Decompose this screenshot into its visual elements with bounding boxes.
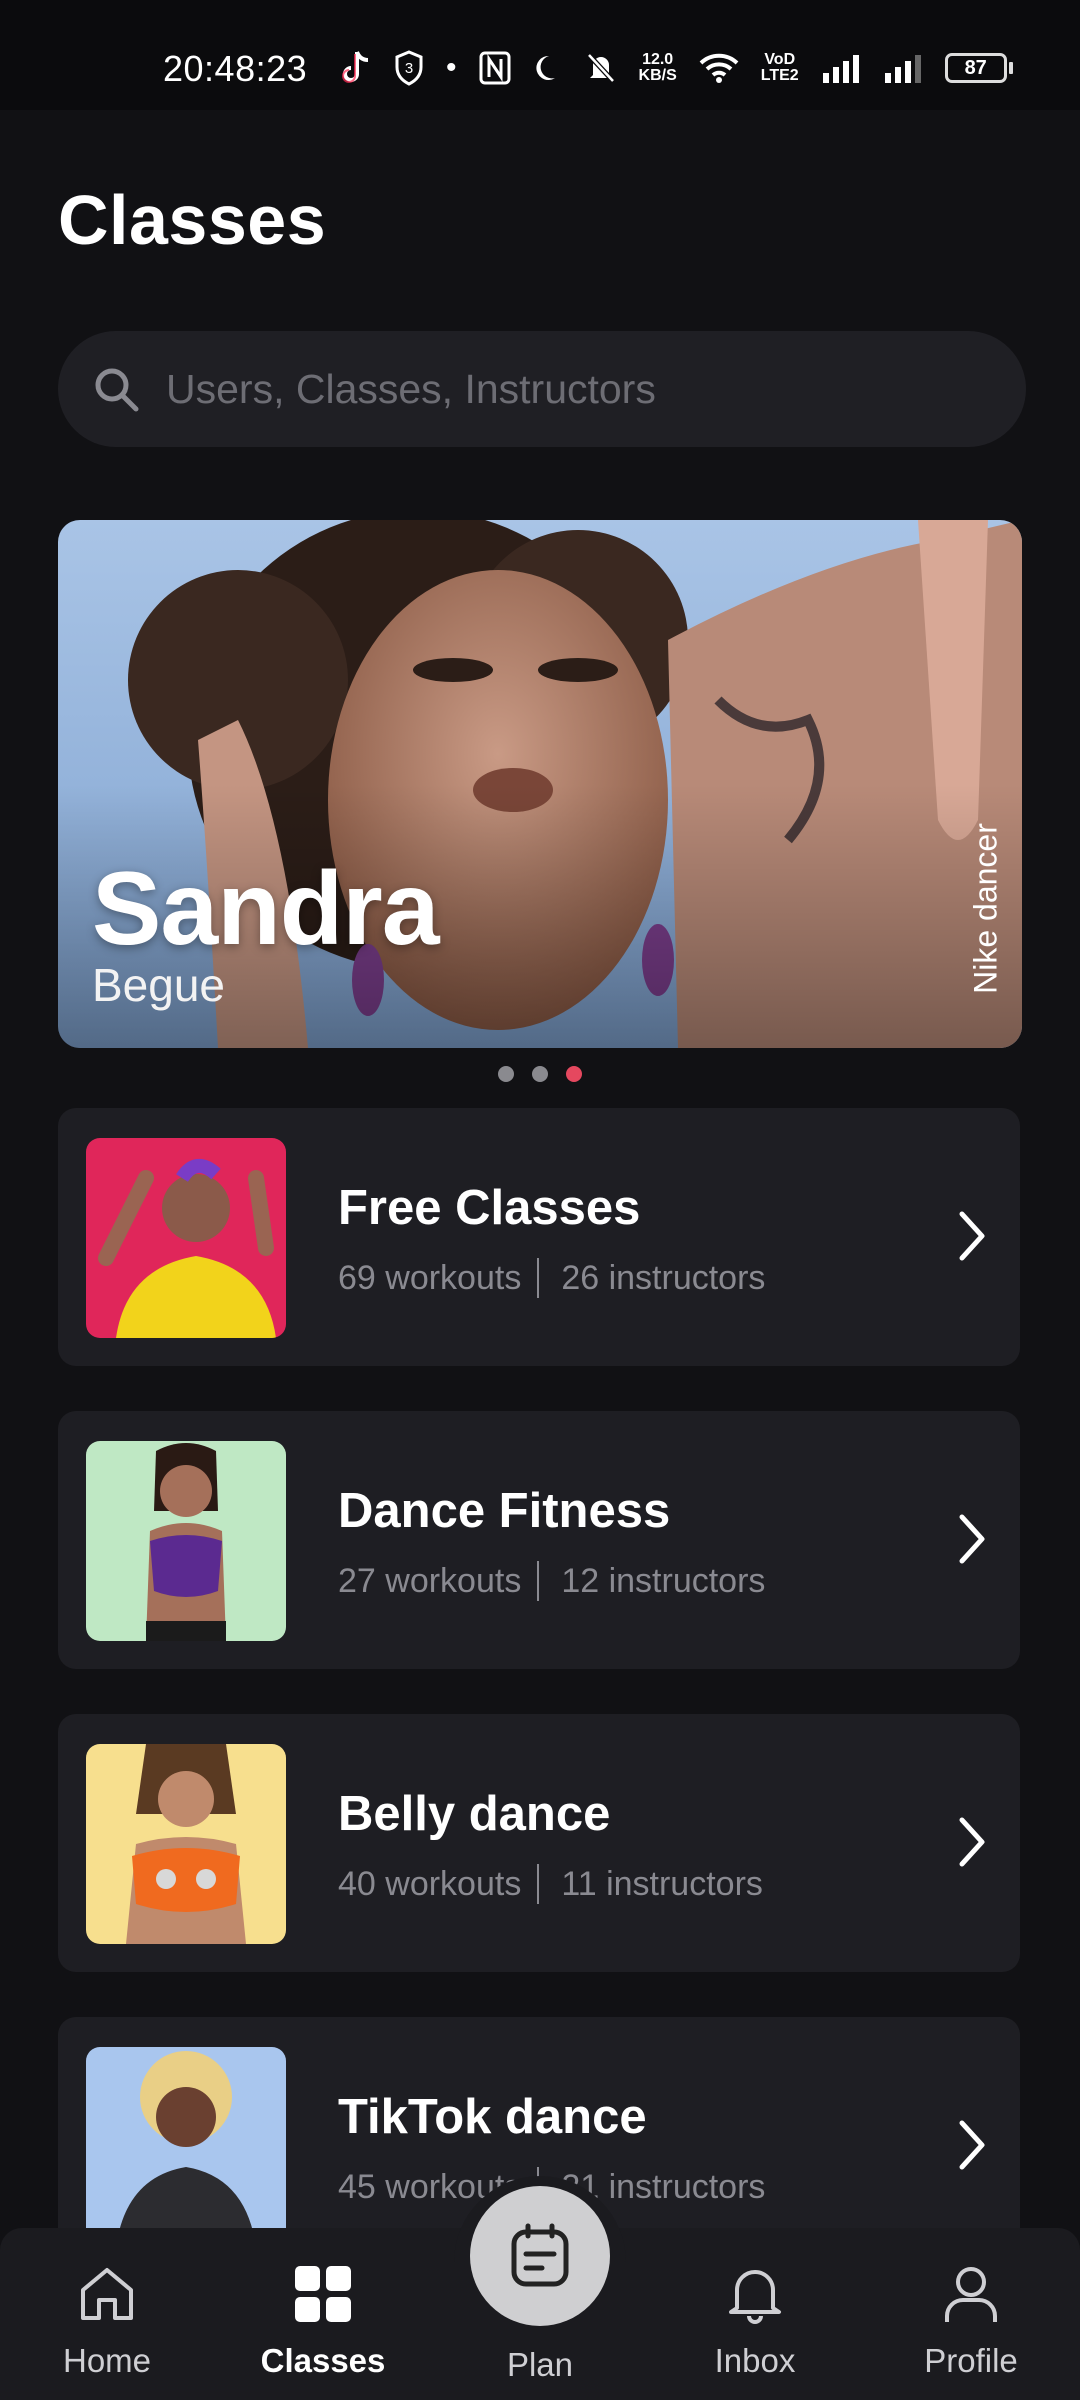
class-card-belly-dance[interactable]: Belly dance 40 workouts 11 instructors	[58, 1714, 1020, 1972]
status-icons: 3 • 12.0 KB/S VoD LTE2 87	[340, 46, 1013, 90]
hero-instructor-surname: Begue	[92, 959, 226, 1011]
home-icon	[81, 2268, 133, 2320]
chevron-right-icon	[959, 1514, 985, 1564]
calendar-note-icon	[511, 2223, 569, 2287]
net-speed-value: 12.0	[642, 51, 674, 68]
net-speed-unit: KB/S	[638, 67, 677, 84]
battery-icon: 87	[944, 53, 1013, 83]
moon-icon	[535, 55, 555, 80]
class-workouts: 27 workouts	[338, 1561, 522, 1600]
volte-top: VoD	[764, 51, 796, 68]
nfc-icon	[479, 51, 511, 85]
nav-profile-label: Profile	[924, 2342, 1018, 2379]
signal-2-icon	[884, 55, 921, 83]
mute-bell-icon	[586, 53, 615, 83]
grid-icon	[295, 2266, 351, 2322]
class-card-dance-fitness[interactable]: Dance Fitness 27 workouts 12 instructors	[58, 1411, 1020, 1669]
chevron-right-icon	[959, 2120, 985, 2170]
class-workouts: 69 workouts	[338, 1258, 522, 1297]
class-instructors: 12 instructors	[561, 1561, 766, 1600]
class-instructors: 26 instructors	[561, 1258, 766, 1297]
nav-plan-label[interactable]: Plan	[470, 2346, 610, 2384]
chevron-right-icon	[959, 1817, 985, 1867]
class-title: Belly dance	[338, 1787, 611, 1841]
shield-badge-icon: 3	[395, 50, 423, 86]
status-time: 20:48:23	[163, 48, 308, 89]
class-meta: 27 workouts 12 instructors	[338, 1561, 765, 1601]
class-instructors: 11 instructors	[561, 1864, 763, 1903]
class-meta: 69 workouts 26 instructors	[338, 1258, 765, 1298]
class-workouts: 40 workouts	[338, 1864, 522, 1903]
status-bar: 20:48:23 3 • 12.0 KB/S VoD LTE2 87	[0, 0, 1080, 110]
notification-count: 3	[405, 60, 413, 77]
chevron-right-icon	[959, 1211, 985, 1261]
class-thumbnail	[86, 1744, 286, 1944]
nav-inbox-label: Inbox	[714, 2342, 796, 2379]
wifi-icon	[699, 53, 739, 83]
hero-side-label: Nike dancer	[967, 823, 1004, 994]
plan-button[interactable]	[470, 2186, 610, 2326]
carousel-dot-active[interactable]	[566, 1066, 582, 1082]
class-thumbnail	[86, 1441, 286, 1641]
battery-level: 87	[944, 53, 1007, 83]
user-icon	[945, 2267, 997, 2322]
class-thumbnail	[86, 2047, 286, 2247]
volte-indicator: VoD LTE2	[761, 52, 799, 84]
nav-inbox[interactable]: Inbox	[670, 2262, 840, 2380]
nav-classes[interactable]: Classes	[238, 2262, 408, 2380]
volte-bottom: LTE2	[760, 67, 799, 84]
nav-home[interactable]: Home	[22, 2262, 192, 2380]
class-thumbnail	[86, 1138, 286, 1338]
class-meta: 40 workouts 11 instructors	[338, 1864, 763, 1904]
class-card-free-classes[interactable]: Free Classes 69 workouts 26 instructors	[58, 1108, 1020, 1366]
class-title: TikTok dance	[338, 2090, 647, 2144]
net-speed: 12.0 KB/S	[639, 52, 677, 84]
tiktok-icon	[342, 51, 369, 83]
search-bar[interactable]	[58, 331, 1026, 447]
class-title: Dance Fitness	[338, 1484, 671, 1538]
search-input[interactable]	[166, 365, 966, 413]
dot-icon: •	[446, 51, 457, 84]
hero-banner[interactable]: Sandra Begue Nike dancer	[58, 520, 1022, 1048]
nav-classes-label: Classes	[260, 2342, 386, 2379]
carousel-dot[interactable]	[532, 1066, 548, 1082]
bell-icon	[729, 2270, 781, 2324]
signal-icon	[822, 55, 859, 83]
hero-instructor-name: Sandra	[92, 851, 440, 967]
carousel-pagination[interactable]	[0, 1066, 1080, 1082]
search-icon	[95, 368, 139, 412]
carousel-dot[interactable]	[498, 1066, 514, 1082]
nav-profile[interactable]: Profile	[886, 2262, 1056, 2380]
nav-home-label: Home	[62, 2342, 152, 2379]
page-title: Classes	[58, 181, 327, 259]
class-title: Free Classes	[338, 1181, 641, 1235]
